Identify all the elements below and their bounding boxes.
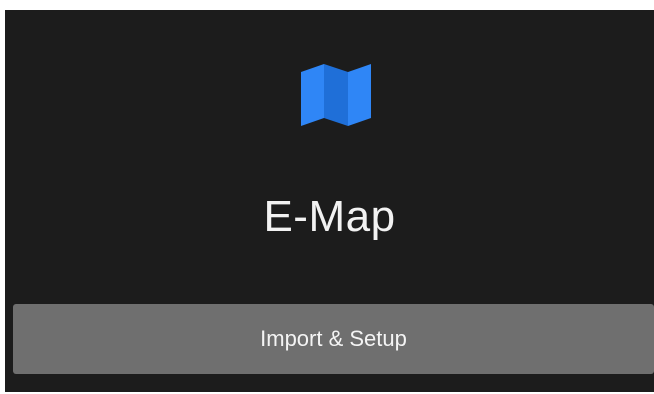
app-launch-screen: E-Map Import & Setup: [5, 10, 654, 392]
import-setup-button[interactable]: Import & Setup: [13, 304, 654, 374]
map-icon: [299, 62, 373, 126]
app-title: E-Map: [263, 192, 396, 241]
